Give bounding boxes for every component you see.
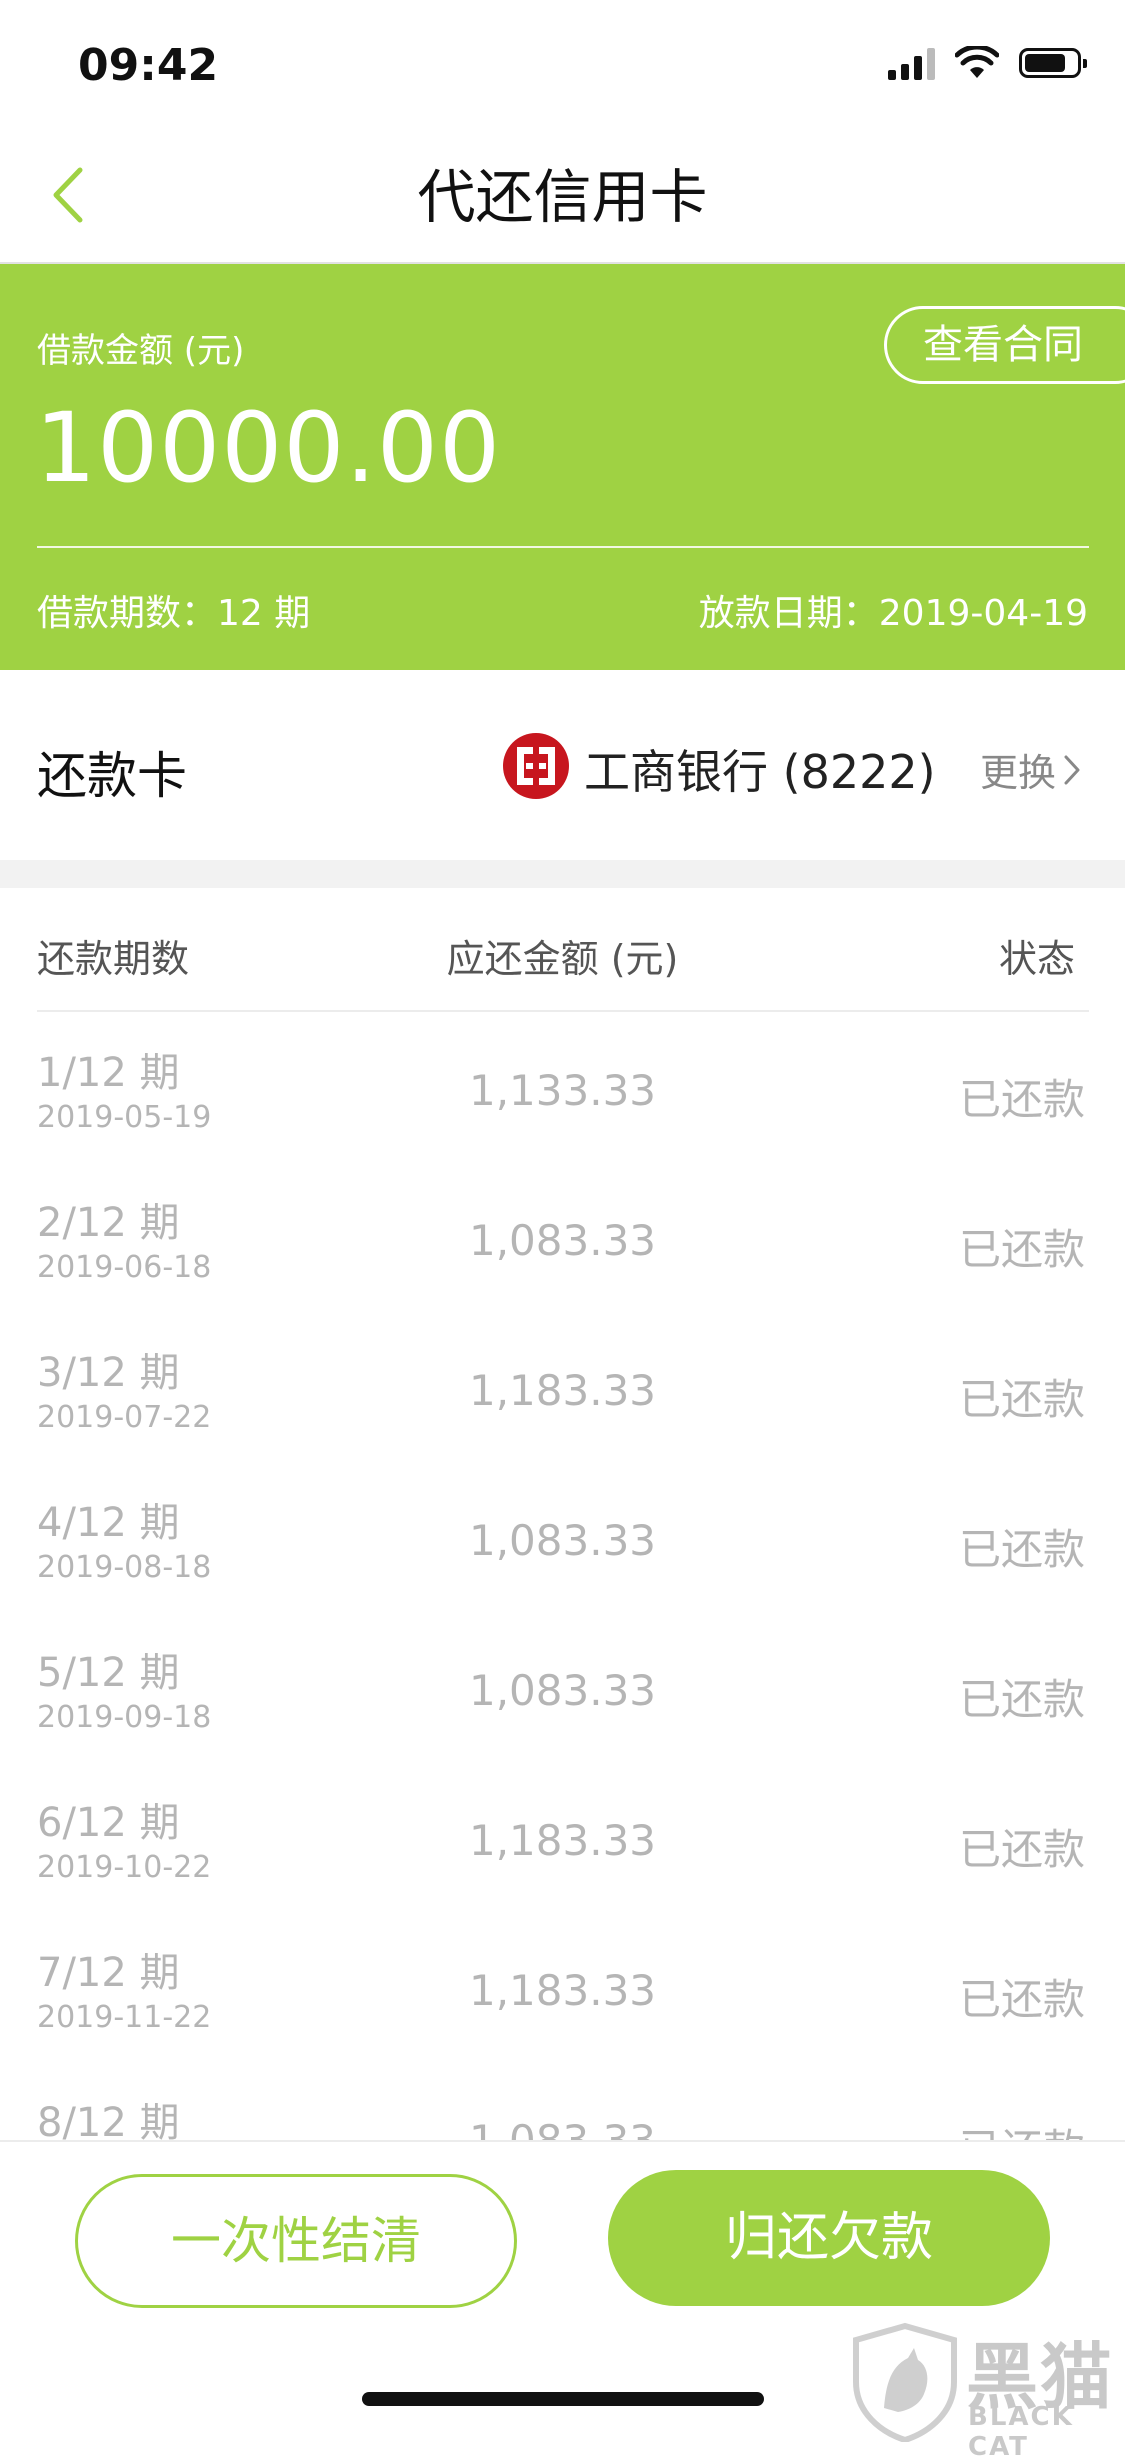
row-status: 已还款	[958, 1675, 1085, 1724]
home-indicator[interactable]	[362, 2392, 764, 2406]
header-amount: 应还金额 (元)	[446, 937, 679, 981]
row-amount: 1,133.33	[468, 1066, 657, 1115]
table-row: 4/12 期 2019-08-18 1,083.33 已还款	[0, 1464, 1125, 1614]
row-status: 已还款	[958, 1225, 1085, 1274]
loan-amount: 10000.00	[35, 392, 502, 504]
cellular-signal-icon	[888, 46, 935, 80]
page-title: 代还信用卡	[417, 163, 708, 231]
row-amount: 1,083.33	[468, 1516, 657, 1565]
row-amount: 1,083.33	[468, 1666, 657, 1715]
issue-date: 放款日期：2019-04-19	[698, 593, 1088, 634]
table-row: 1/12 期 2019-05-19 1,133.33 已还款	[0, 1014, 1125, 1164]
watermark-en: BLACK CAT	[968, 2402, 1074, 2462]
repay-button[interactable]: 归还欠款	[608, 2170, 1050, 2306]
table-row: 6/12 期 2019-10-22 1,183.33 已还款	[0, 1764, 1125, 1914]
row-amount: 1,183.33	[468, 1816, 657, 1865]
battery-icon	[1019, 48, 1087, 78]
status-icons	[888, 46, 1087, 80]
change-card-label: 更换	[980, 751, 1057, 795]
header-status: 状态	[998, 937, 1075, 981]
status-time: 09:42	[78, 40, 219, 91]
cat-shield-logo-icon	[853, 2322, 957, 2442]
wifi-icon	[955, 46, 999, 78]
summary-divider	[37, 546, 1089, 548]
section-separator	[0, 860, 1125, 888]
row-status: 已还款	[958, 1075, 1085, 1124]
table-row: 5/12 期 2019-09-18 1,083.33 已还款	[0, 1614, 1125, 1764]
table-row: 3/12 期 2019-07-22 1,183.33 已还款	[0, 1314, 1125, 1464]
row-status: 已还款	[958, 1975, 1085, 2024]
loan-period: 借款期数：12 期	[37, 593, 311, 634]
icbc-logo-icon	[503, 733, 569, 799]
row-status: 已还款	[958, 1375, 1085, 1424]
table-row: 2/12 期 2019-06-18 1,083.33 已还款	[0, 1164, 1125, 1314]
row-amount: 1,183.33	[468, 1966, 657, 2015]
change-card-button[interactable]: 更换	[980, 742, 1082, 797]
repay-card-label: 还款卡	[37, 747, 187, 805]
settle-all-button[interactable]: 一次性结清	[75, 2174, 517, 2308]
row-amount: 1,083.33	[468, 1216, 657, 1265]
row-status: 已还款	[958, 1825, 1085, 1874]
view-contract-button[interactable]: 查看合同	[884, 306, 1125, 384]
row-amount: 1,183.33	[468, 1366, 657, 1415]
loan-amount-label: 借款金额 (元)	[37, 331, 245, 371]
table-header-divider	[37, 1010, 1089, 1012]
row-status: 已还款	[958, 1525, 1085, 1574]
table-row: 7/12 期 2019-11-22 1,183.33 已还款	[0, 1914, 1125, 2064]
chevron-right-icon	[1064, 755, 1080, 784]
bank-name: 工商银行 (8222)	[584, 745, 936, 799]
